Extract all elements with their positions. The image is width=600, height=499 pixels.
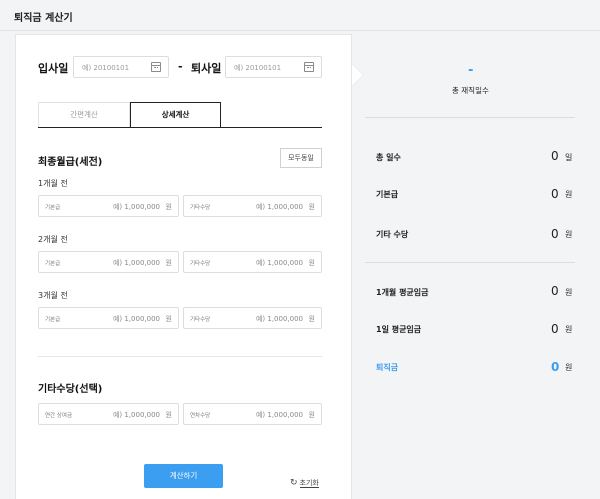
field-label: 기타수당	[190, 205, 211, 211]
result-unit: 일	[565, 153, 573, 162]
field-unit: 원	[165, 315, 172, 323]
start-date-label: 입사일	[38, 62, 69, 75]
reset-button[interactable]: ↻ 초기화	[290, 478, 319, 488]
month-1-base-pay-input[interactable]: 기본급 예) 1,000,000 원	[38, 195, 179, 217]
field-label: 기타수당	[190, 317, 211, 323]
annual-bonus-input[interactable]: 연간 상여금 예) 1,000,000 원	[38, 403, 179, 425]
month-1-label: 1개월 전	[38, 179, 68, 188]
start-date-input[interactable]: 예) 20100101	[73, 56, 169, 78]
field-placeholder: 예) 1,000,000	[255, 259, 303, 267]
field-placeholder: 예) 1,000,000	[112, 259, 160, 267]
field-placeholder: 예) 1,000,000	[255, 203, 303, 211]
result-label-other-allowance: 기타 수당	[376, 230, 409, 239]
field-label: 기본급	[45, 261, 61, 267]
title-divider	[0, 30, 600, 31]
field-label: 연차수당	[190, 413, 211, 419]
field-unit: 원	[308, 411, 315, 419]
tab-underline	[38, 127, 322, 128]
result-unit: 원	[565, 363, 573, 372]
total-days-label: 총 재직일수	[452, 86, 489, 95]
month-3-other-allowance-input[interactable]: 기타수당 예) 1,000,000 원	[183, 307, 322, 329]
result-value-monthly-average: 0	[551, 284, 559, 298]
field-label: 연간 상여금	[45, 413, 73, 419]
result-value-base-pay: 0	[551, 187, 559, 201]
field-unit: 원	[308, 315, 315, 323]
page-title: 퇴직금 계산기	[14, 13, 73, 24]
result-unit: 원	[565, 230, 573, 239]
annual-leave-pay-input[interactable]: 연차수당 예) 1,000,000 원	[183, 403, 322, 425]
section-divider	[38, 356, 322, 357]
result-label-monthly-average: 1개월 평균임금	[376, 288, 429, 297]
month-2-label: 2개월 전	[38, 235, 68, 244]
reset-label: 초기화	[299, 479, 319, 488]
end-date-label: 퇴사일	[191, 62, 222, 75]
result-label-base-pay: 기본급	[376, 190, 399, 199]
panel-pointer	[352, 64, 363, 86]
tab-simple-calc[interactable]: 간편계산	[38, 102, 130, 127]
calendar-icon[interactable]	[304, 62, 314, 72]
result-unit: 원	[565, 325, 573, 334]
field-placeholder: 예) 1,000,000	[112, 411, 160, 419]
month-3-label: 3개월 전	[38, 291, 68, 300]
date-separator: -	[178, 60, 183, 73]
field-unit: 원	[165, 259, 172, 267]
result-value-daily-average: 0	[551, 322, 559, 336]
final-wage-title: 최종월급(세전)	[38, 157, 103, 168]
field-placeholder: 예) 1,000,000	[255, 411, 303, 419]
field-unit: 원	[165, 203, 172, 211]
end-date-placeholder: 예) 20100101	[234, 64, 282, 72]
result-panel	[352, 34, 600, 499]
result-label-severance: 퇴직금	[376, 363, 399, 372]
result-value-severance: 0	[551, 360, 560, 374]
extra-allowance-title: 기타수당(선택)	[38, 384, 103, 395]
month-2-base-pay-input[interactable]: 기본급 예) 1,000,000 원	[38, 251, 179, 273]
refresh-icon: ↻	[290, 478, 298, 488]
calculate-button[interactable]: 계산하기	[144, 464, 223, 488]
result-divider	[365, 262, 575, 263]
result-label-total-days: 총 일수	[376, 153, 401, 162]
all-same-button[interactable]: 모두동일	[280, 148, 322, 168]
result-value-other-allowance: 0	[551, 227, 559, 241]
calendar-icon[interactable]	[151, 62, 161, 72]
result-value-total-days: 0	[551, 149, 559, 163]
result-unit: 원	[565, 288, 573, 297]
month-3-base-pay-input[interactable]: 기본급 예) 1,000,000 원	[38, 307, 179, 329]
field-unit: 원	[308, 259, 315, 267]
field-placeholder: 예) 1,000,000	[112, 203, 160, 211]
month-1-other-allowance-input[interactable]: 기타수당 예) 1,000,000 원	[183, 195, 322, 217]
field-label: 기타수당	[190, 261, 211, 267]
total-days-value: -	[468, 63, 474, 78]
field-placeholder: 예) 1,000,000	[112, 315, 160, 323]
result-label-daily-average: 1일 평균임금	[376, 325, 422, 334]
field-unit: 원	[308, 203, 315, 211]
field-label: 기본급	[45, 205, 61, 211]
month-2-other-allowance-input[interactable]: 기타수당 예) 1,000,000 원	[183, 251, 322, 273]
tab-detail-calc[interactable]: 상세계산	[130, 102, 221, 127]
field-placeholder: 예) 1,000,000	[255, 315, 303, 323]
start-date-placeholder: 예) 20100101	[82, 64, 130, 72]
field-unit: 원	[165, 411, 172, 419]
field-label: 기본급	[45, 317, 61, 323]
end-date-input[interactable]: 예) 20100101	[225, 56, 322, 78]
result-unit: 원	[565, 190, 573, 199]
summary-divider	[365, 117, 575, 118]
